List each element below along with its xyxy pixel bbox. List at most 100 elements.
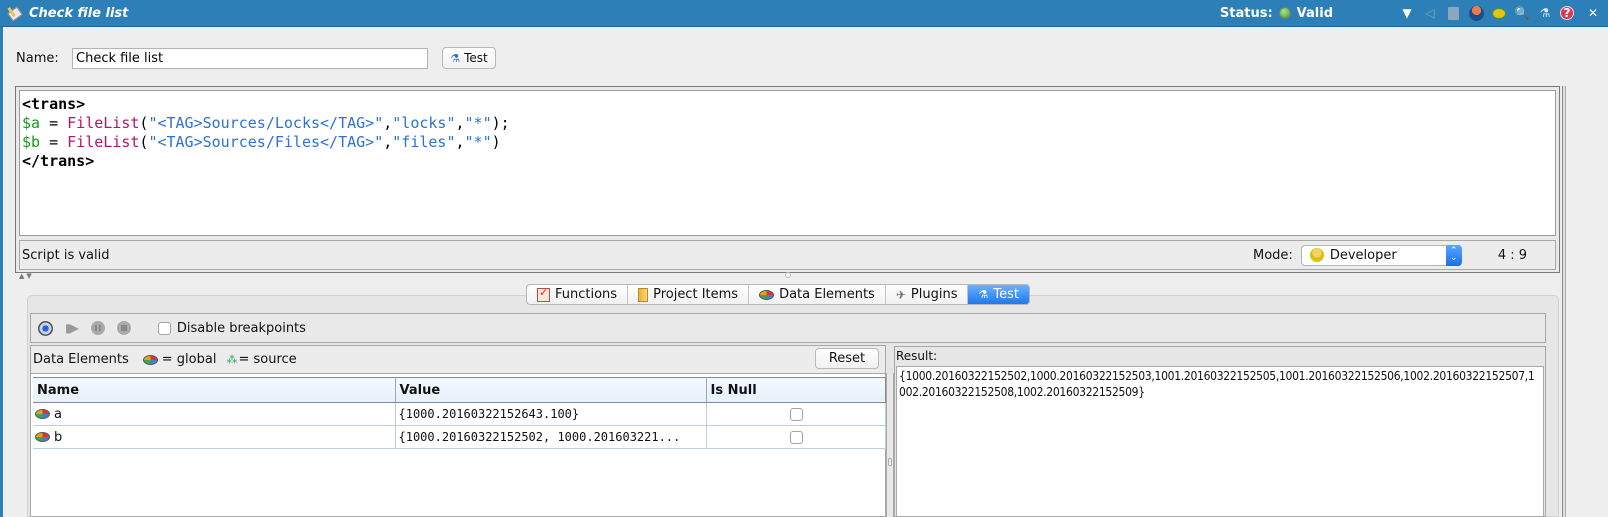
splitter-handle[interactable]	[888, 458, 892, 466]
source-icon: ⁂	[226, 353, 237, 366]
tab-label: Data Elements	[779, 287, 875, 302]
test-button[interactable]: ⚗ Test	[442, 47, 496, 69]
bottom-tabs: Functions Project Items Data Elements ✈ …	[526, 284, 1030, 305]
splitter-arrows-icon[interactable]: ▲▼	[19, 272, 34, 280]
code-line: <trans>	[22, 95, 1553, 114]
planet-icon	[1493, 8, 1505, 18]
script-status: Script is valid	[22, 247, 110, 263]
reset-button[interactable]: Reset	[815, 348, 879, 369]
code-token: "locks"	[392, 114, 456, 132]
test-icon: ⚗	[978, 288, 989, 301]
cursor-position: 4 : 9	[1497, 247, 1527, 263]
select-arrows-icon: ⌃ ⌄	[1445, 244, 1462, 266]
cell-value[interactable]: {1000.20160322152643.100}	[395, 402, 707, 426]
deploy-button[interactable]	[1468, 5, 1484, 21]
column-header-value[interactable]: Value	[395, 377, 707, 403]
status-label: Status:	[1219, 5, 1273, 21]
legend-source: = source	[238, 352, 297, 367]
code-token: ,	[383, 114, 393, 132]
planet-button[interactable]	[1491, 5, 1507, 21]
data-elements-header: Data Elements = global ⁂ = source	[30, 345, 886, 373]
outer-scrollbar[interactable]	[1562, 86, 1566, 517]
close-icon[interactable]: ✕	[1585, 5, 1601, 21]
deploy-icon	[1468, 5, 1484, 21]
share-icon[interactable]: ◁	[1422, 5, 1438, 21]
code-token: ,	[455, 133, 465, 151]
test-icon[interactable]: ⚗	[1537, 5, 1553, 21]
script-icon	[7, 6, 21, 20]
tab-test[interactable]: ⚗ Test	[968, 285, 1029, 304]
cell-name: b	[33, 425, 396, 449]
status-valid-icon	[1278, 7, 1291, 19]
code-line: </trans>	[22, 152, 1553, 171]
tab-label: Project Items	[653, 287, 739, 302]
save-button[interactable]	[1445, 5, 1461, 21]
code-line: $b = FileList("<TAG>Sources/Files</TAG>"…	[22, 133, 1553, 152]
is-null-checkbox[interactable]	[790, 407, 803, 421]
legend-global: = global	[161, 352, 217, 367]
editor-status-bar: Script is valid Mode: Developer ⌃ ⌄ 4 : 9	[19, 240, 1556, 270]
tab-plugins[interactable]: ✈ Plugins	[886, 285, 969, 304]
cell-is-null	[706, 425, 886, 449]
is-null-checkbox[interactable]	[790, 430, 803, 444]
tab-project-items[interactable]: Project Items	[628, 285, 750, 304]
code-token: "<TAG>Sources/Locks</TAG>"	[148, 114, 384, 132]
table-row[interactable]: a {1000.20160322152643.100}	[33, 402, 886, 426]
stop-icon[interactable]	[116, 321, 131, 335]
mode-select[interactable]: Developer ⌃ ⌄	[1300, 244, 1462, 266]
window-title: Check file list	[29, 5, 129, 21]
column-header-name[interactable]: Name	[33, 377, 396, 403]
name-input[interactable]	[72, 48, 428, 69]
table-header-row: Name Value Is Null	[33, 377, 886, 403]
script-editor-panel: <trans> $a = FileList("<TAG>Sources/Locks…	[15, 86, 1560, 273]
data-elements-title: Data Elements	[33, 352, 129, 367]
vertical-splitter[interactable]	[886, 373, 894, 517]
code-token: =	[40, 133, 68, 151]
data-elements-table: Name Value Is Null a {1000.2016032215264…	[30, 373, 886, 517]
code-token: FileList	[67, 133, 140, 151]
element-name: a	[54, 406, 62, 422]
developer-icon	[1309, 248, 1324, 262]
test-button-label: Test	[464, 51, 488, 65]
code-token: FileList	[67, 114, 140, 132]
code-token: "files"	[392, 133, 456, 151]
code-token: $a	[22, 114, 41, 132]
global-icon	[35, 409, 50, 419]
functions-icon	[537, 286, 550, 302]
column-header-is-null[interactable]: Is Null	[706, 377, 886, 403]
run-icon[interactable]	[38, 320, 53, 336]
tab-functions[interactable]: Functions	[527, 285, 629, 304]
code-token: "*"	[464, 133, 492, 151]
code-token: </trans>	[22, 152, 95, 170]
result-output[interactable]: {1000.20160322152502,1000.20160322152503…	[896, 366, 1544, 517]
global-icon	[35, 432, 50, 442]
code-token: "<TAG>Sources/Files</TAG>"	[148, 133, 384, 151]
status-value: Valid	[1296, 5, 1333, 21]
code-token: "*"	[464, 114, 492, 132]
tab-label: Test	[993, 287, 1019, 302]
mode-label: Mode:	[1253, 247, 1293, 263]
code-token: $b	[22, 133, 41, 151]
code-token: <trans>	[22, 95, 86, 113]
data-elements-icon	[759, 289, 775, 300]
code-token: )	[491, 133, 501, 151]
tab-data-elements[interactable]: Data Elements	[749, 285, 886, 304]
script-editor[interactable]: <trans> $a = FileList("<TAG>Sources/Locks…	[19, 90, 1556, 236]
dropdown-arrow-icon[interactable]: ▼	[1399, 5, 1415, 21]
code-token: ,	[455, 114, 465, 132]
project-items-icon	[638, 287, 649, 302]
help-icon[interactable]: ?	[1560, 6, 1574, 20]
cell-value[interactable]: {1000.20160322152502, 1000.201603221...	[395, 425, 707, 449]
name-label: Name:	[16, 51, 59, 66]
global-icon	[142, 354, 158, 365]
code-token: =	[40, 114, 68, 132]
cell-name: a	[33, 402, 396, 426]
table-row[interactable]: b {1000.20160322152502, 1000.201603221..…	[33, 425, 886, 449]
code-token: );	[491, 114, 510, 132]
disable-breakpoints-checkbox[interactable]	[157, 321, 171, 335]
splitter-handle[interactable]	[785, 272, 791, 278]
search-icon[interactable]: 🔍	[1514, 5, 1530, 21]
element-name: b	[54, 429, 63, 445]
pause-icon[interactable]	[90, 321, 105, 335]
step-icon[interactable]: ▮▶	[65, 321, 79, 335]
